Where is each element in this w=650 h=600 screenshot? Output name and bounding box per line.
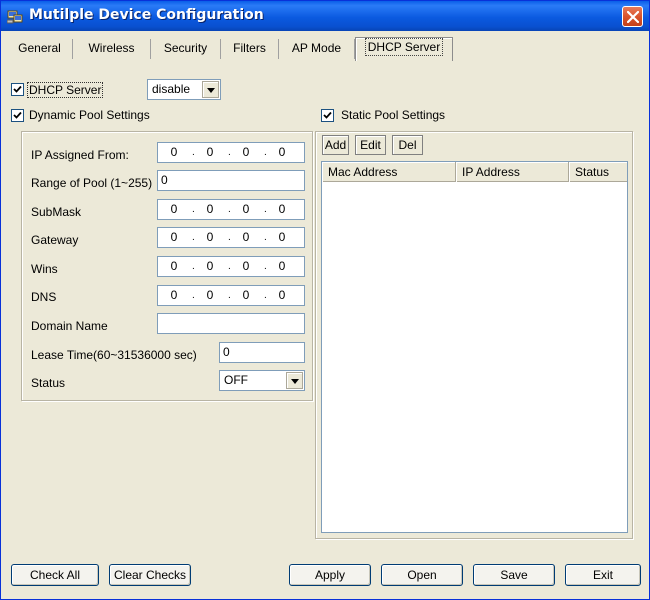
status-label: Status (31, 376, 66, 390)
check-all-button[interactable]: Check All (11, 564, 99, 586)
close-button[interactable] (622, 6, 643, 27)
octet: 0 (170, 145, 178, 159)
tab-dhcp-server[interactable]: DHCP Server (355, 37, 453, 61)
ip-assigned-from-label: IP Assigned From: (31, 148, 129, 162)
list-header: Mac Address IP Address Status (322, 162, 627, 182)
gateway-input[interactable]: 0 . 0 . 0 . 0 (157, 227, 305, 248)
octet-separator: . (228, 147, 231, 158)
submask-label: SubMask (31, 205, 82, 219)
checkmark-icon (13, 111, 22, 119)
octet-separator: . (264, 204, 267, 215)
octet: 0 (206, 202, 214, 216)
lease-time-input[interactable]: 0 (219, 342, 305, 363)
octet: 0 (170, 202, 178, 216)
tab-filters[interactable]: Filters (221, 39, 279, 59)
dhcp-server-label: DHCP Server (27, 82, 104, 98)
static-pool-list[interactable]: Mac Address IP Address Status (321, 161, 628, 533)
close-icon (627, 11, 639, 23)
column-ip-address[interactable]: IP Address (456, 162, 569, 182)
column-mac-address[interactable]: Mac Address (322, 162, 456, 182)
octet-separator: . (264, 232, 267, 243)
octet-separator: . (192, 232, 195, 243)
dynamic-pool-label: Dynamic Pool Settings (29, 108, 150, 122)
octet-separator: . (264, 290, 267, 301)
octet: 0 (206, 145, 214, 159)
octet: 0 (242, 145, 250, 159)
octet: 0 (170, 259, 178, 273)
title-bar[interactable]: Mutilple Device Configuration (1, 1, 649, 31)
window-title: Mutilple Device Configuration (29, 7, 264, 23)
octet-separator: . (192, 204, 195, 215)
clear-checks-button[interactable]: Clear Checks (109, 564, 191, 586)
octet-separator: . (228, 261, 231, 272)
wins-label: Wins (31, 262, 58, 276)
gateway-label: Gateway (31, 233, 79, 247)
tab-general[interactable]: General (7, 39, 73, 59)
lease-time-label: Lease Time(60~31536000 sec) (31, 348, 197, 362)
submask-input[interactable]: 0 . 0 . 0 . 0 (157, 199, 305, 220)
config-window: Mutilple Device Configuration General Wi… (0, 0, 650, 600)
octet-separator: . (264, 147, 267, 158)
wins-input[interactable]: 0 . 0 . 0 . 0 (157, 256, 305, 277)
apply-button[interactable]: Apply (289, 564, 371, 586)
dropdown-arrow[interactable] (202, 81, 219, 98)
lease-time-value: 0 (223, 345, 230, 359)
save-button[interactable]: Save (473, 564, 555, 586)
dropdown-arrow[interactable] (286, 372, 303, 389)
octet: 0 (206, 230, 214, 244)
octet-separator: . (228, 204, 231, 215)
add-button[interactable]: Add (322, 135, 349, 155)
octet: 0 (170, 230, 178, 244)
octet: 0 (242, 259, 250, 273)
del-button[interactable]: Del (392, 135, 423, 155)
range-of-pool-input[interactable]: 0 (157, 170, 305, 191)
exit-button[interactable]: Exit (565, 564, 641, 586)
domain-name-input[interactable] (157, 313, 305, 334)
ip-assigned-from-input[interactable]: 0 . 0 . 0 . 0 (157, 142, 305, 163)
checkmark-icon (13, 85, 22, 93)
chevron-down-icon (207, 88, 215, 93)
octet: 0 (242, 202, 250, 216)
dns-label: DNS (31, 290, 57, 304)
open-button[interactable]: Open (381, 564, 463, 586)
dhcp-server-checkbox[interactable] (11, 83, 24, 96)
tab-ap-mode[interactable]: AP Mode (279, 39, 355, 59)
octet: 0 (278, 259, 286, 273)
range-of-pool-label: Range of Pool (1~255) (31, 176, 153, 190)
status-value: OFF (224, 373, 248, 387)
octet: 0 (278, 202, 286, 216)
chevron-down-icon (291, 379, 299, 384)
tab-strip: General Wireless Security Filters AP Mod… (7, 37, 643, 61)
tab-wireless[interactable]: Wireless (73, 39, 151, 59)
octet: 0 (170, 288, 178, 302)
checkmark-icon (323, 111, 332, 119)
octet-separator: . (228, 290, 231, 301)
octet: 0 (206, 259, 214, 273)
static-pool-label: Static Pool Settings (341, 108, 446, 122)
status-select[interactable]: OFF (219, 370, 305, 391)
octet-separator: . (192, 147, 195, 158)
domain-name-label: Domain Name (31, 319, 108, 333)
octet-separator: . (228, 232, 231, 243)
dhcp-mode-value: disable (152, 82, 191, 96)
octet-separator: . (192, 290, 195, 301)
tab-security[interactable]: Security (151, 39, 221, 59)
dns-input[interactable]: 0 . 0 . 0 . 0 (157, 285, 305, 306)
octet: 0 (278, 145, 286, 159)
dhcp-mode-select[interactable]: disable (147, 79, 221, 100)
network-devices-icon (6, 8, 23, 24)
octet-separator: . (192, 261, 195, 272)
octet: 0 (206, 288, 214, 302)
column-status[interactable]: Status (569, 162, 627, 182)
octet: 0 (242, 230, 250, 244)
octet: 0 (278, 288, 286, 302)
octet: 0 (242, 288, 250, 302)
static-pool-checkbox[interactable] (321, 109, 334, 122)
octet-separator: . (264, 261, 267, 272)
edit-button[interactable]: Edit (355, 135, 386, 155)
dynamic-pool-checkbox[interactable] (11, 109, 24, 122)
octet: 0 (278, 230, 286, 244)
range-of-pool-value: 0 (161, 173, 168, 187)
